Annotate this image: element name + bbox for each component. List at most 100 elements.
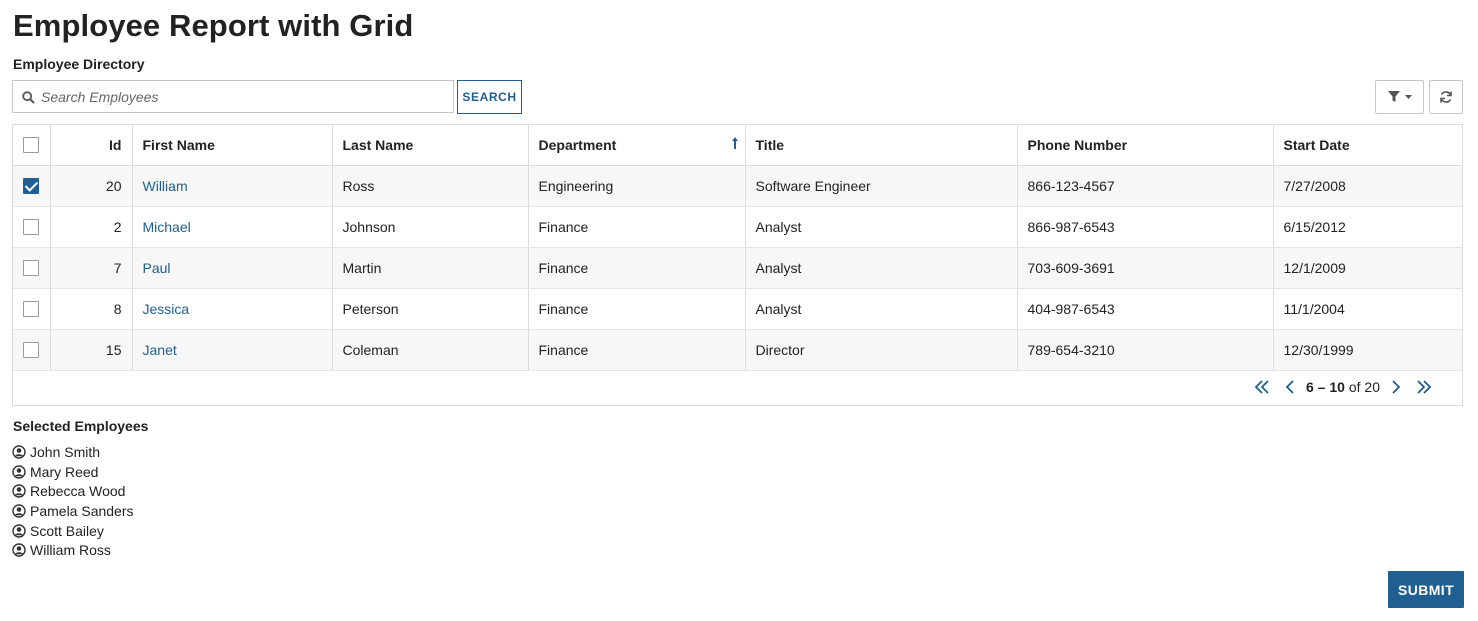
cell-department: Engineering [528,165,746,207]
next-page-button[interactable] [1382,375,1410,399]
cell-department: Finance [528,247,746,289]
list-item: Rebecca Wood [12,481,134,501]
employee-link[interactable]: Janet [143,342,177,358]
chevron-left-icon [1285,380,1294,394]
list-item: Pamela Sanders [12,501,134,521]
selected-employee-name: Mary Reed [30,463,99,480]
page-range-value: 6 – 10 [1306,379,1345,395]
row-select-cell[interactable] [13,165,51,207]
cell-id: 20 [50,165,133,207]
employee-link[interactable]: Paul [143,260,171,276]
column-header-last-name[interactable]: Last Name [332,125,529,166]
employee-link[interactable]: Michael [143,219,191,235]
first-page-button[interactable] [1248,375,1276,399]
row-checkbox[interactable] [23,219,40,236]
selected-employees-list: John Smith Mary Reed Rebecca Wood Pamela Sa… [12,442,134,560]
page-range-of: of [1348,379,1361,395]
cell-title: Analyst [745,288,1018,330]
row-select-cell[interactable] [13,206,51,248]
table-row[interactable]: 2 Michael Johnson Finance Analyst 866-987-654… [13,206,1462,248]
user-circle-icon [12,523,26,538]
list-item: William Ross [12,540,134,560]
cell-department: Finance [528,329,746,371]
cell-start-date: 6/15/2012 [1273,206,1462,248]
cell-start-date: 12/1/2009 [1273,247,1462,289]
filter-button[interactable] [1375,80,1424,114]
user-circle-icon [12,464,26,479]
column-header-title[interactable]: Title [745,125,1018,166]
sort-ascending-icon [731,137,738,149]
selected-employee-name: Rebecca Wood [30,483,126,500]
user-circle-icon [12,504,26,518]
selected-employee-name: William Ross [30,542,111,559]
cell-title: Software Engineer [745,165,1018,207]
column-header-phone[interactable]: Phone Number [1017,125,1274,166]
cell-title: Analyst [745,206,1018,248]
last-page-button[interactable] [1410,375,1438,399]
row-select-cell[interactable] [13,247,51,289]
row-checkbox[interactable] [23,178,40,195]
cell-department: Finance [528,288,746,330]
refresh-button[interactable] [1429,80,1463,114]
list-item: Mary Reed [12,462,134,482]
cell-last-name: Johnson [332,206,529,248]
column-header-first-name[interactable]: First Name [132,125,333,166]
search-button[interactable]: SEARCH [457,80,522,114]
page-range-total: 20 [1364,379,1380,395]
cell-last-name: Martin [332,247,529,289]
employee-table: Id First Name Last Name Department Title… [13,125,1462,371]
table-row[interactable]: 20 William Ross Engineering Software Enginee… [13,165,1462,207]
header-row: Id First Name Last Name Department Title… [13,125,1462,166]
column-header-id[interactable]: Id [50,125,133,166]
employee-link[interactable]: William [143,178,188,194]
cell-phone: 866-987-6543 [1017,206,1274,248]
cell-phone: 789-654-3210 [1017,329,1274,371]
select-all-checkbox[interactable] [23,137,40,154]
cell-first-name: Paul [132,247,333,289]
cell-first-name: Michael [132,206,333,248]
search-field[interactable] [12,80,454,113]
search-icon [22,91,35,104]
cell-title: Director [745,329,1018,371]
refresh-icon [1440,91,1452,103]
column-header-start-date[interactable]: Start Date [1273,125,1462,166]
chevron-right-icon [1392,380,1401,394]
cell-start-date: 12/30/1999 [1273,329,1462,371]
double-chevron-right-icon [1417,380,1432,394]
select-all-header[interactable] [13,125,51,166]
cell-phone: 703-609-3691 [1017,247,1274,289]
cell-id: 2 [50,206,133,248]
cell-start-date: 11/1/2004 [1273,288,1462,330]
user-circle-icon [12,543,26,557]
pagination: 6 – 10 of 20 [1248,375,1438,399]
cell-id: 7 [50,247,133,289]
cell-id: 15 [50,329,133,371]
cell-phone: 866-123-4567 [1017,165,1274,207]
row-select-cell[interactable] [13,288,51,330]
row-checkbox[interactable] [23,342,40,359]
submit-button[interactable]: SUBMIT [1388,571,1464,608]
cell-title: Analyst [745,247,1018,289]
employee-link[interactable]: Jessica [143,301,190,317]
page-range: 6 – 10 of 20 [1306,379,1380,395]
list-item: Scott Bailey [12,521,134,541]
row-checkbox[interactable] [23,301,40,318]
list-item: John Smith [12,442,134,462]
column-header-department[interactable]: Department [528,125,746,166]
page-title: Employee Report with Grid [13,8,414,43]
table-row[interactable]: 7 Paul Martin Finance Analyst 703-609-3691 12/… [13,247,1462,289]
user-circle-icon [12,484,26,498]
search-input[interactable] [39,82,449,111]
cell-last-name: Coleman [332,329,529,371]
previous-page-button[interactable] [1276,375,1304,399]
filter-icon [1387,91,1412,102]
selected-employee-name: Pamela Sanders [30,502,134,519]
selected-employees-label: Selected Employees [13,418,149,434]
row-select-cell[interactable] [13,329,51,371]
table-row[interactable]: 8 Jessica Peterson Finance Analyst 404-987-65… [13,288,1462,330]
row-checkbox[interactable] [23,260,40,277]
cell-first-name: Janet [132,329,333,371]
table-row[interactable]: 15 Janet Coleman Finance Director 789-654-321… [13,329,1462,371]
cell-start-date: 7/27/2008 [1273,165,1462,207]
cell-last-name: Ross [332,165,529,207]
